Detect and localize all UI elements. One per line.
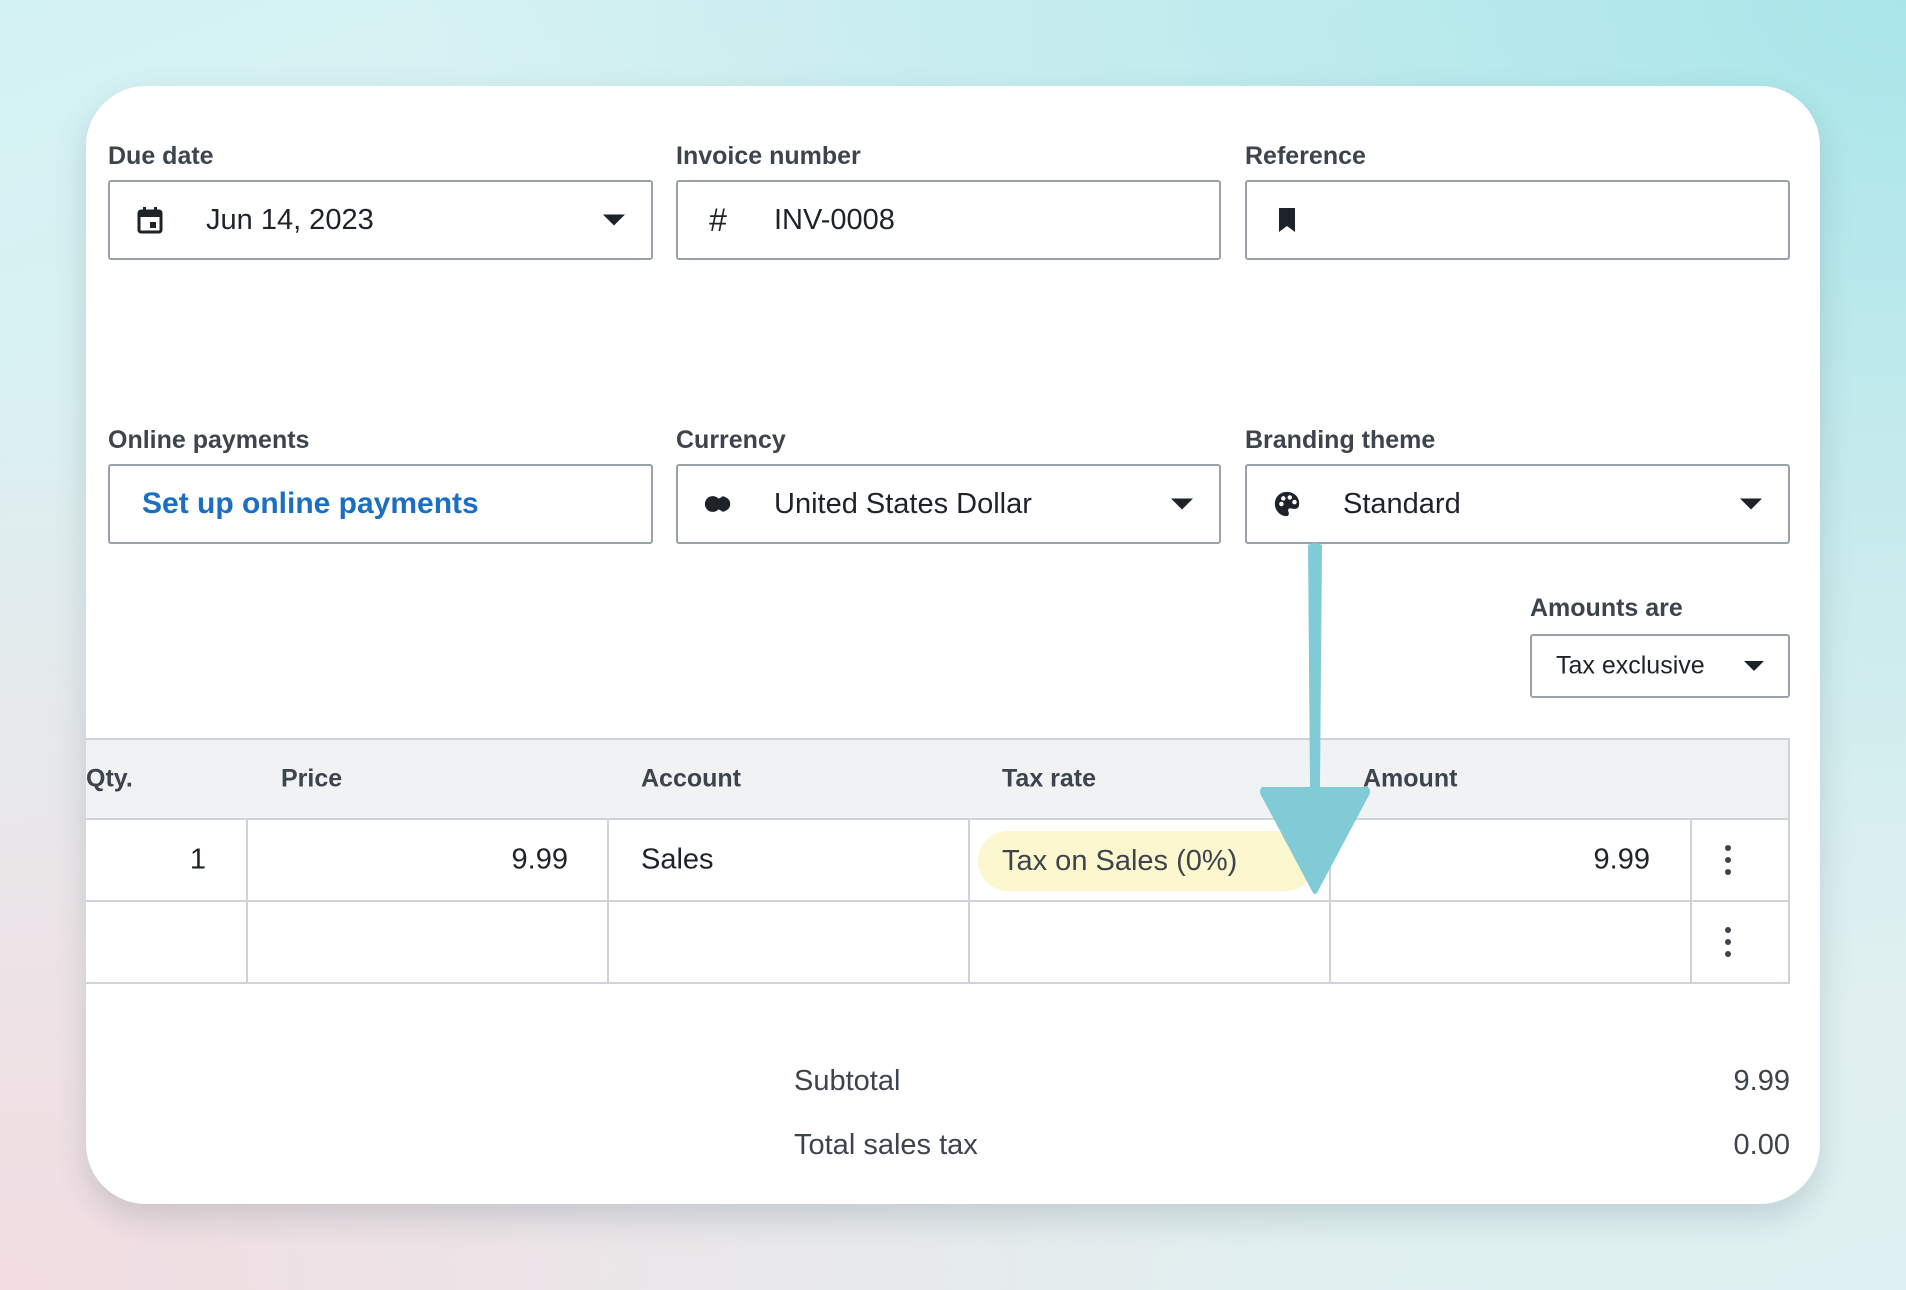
header-account: Account bbox=[641, 764, 741, 793]
header-qty: Qty. bbox=[86, 764, 133, 793]
subtotal-value: 9.99 bbox=[1733, 1065, 1790, 1097]
amounts-are-label: Amounts are bbox=[1530, 594, 1683, 622]
reference-label: Reference bbox=[1245, 142, 1366, 170]
currency-value: United States Dollar bbox=[774, 487, 1032, 520]
table-row bbox=[86, 902, 1790, 984]
due-date-value: Jun 14, 2023 bbox=[206, 203, 374, 236]
due-date-label: Due date bbox=[108, 142, 214, 170]
online-payments-label: Online payments bbox=[108, 426, 310, 454]
chevron-down-icon[interactable] bbox=[1744, 661, 1764, 671]
invoice-number-value: INV-0008 bbox=[774, 203, 895, 236]
invoice-number-field[interactable]: # INV-0008 bbox=[676, 180, 1221, 260]
invoice-card: Due date Jun 14, 2023 Invoice number # I… bbox=[86, 86, 1820, 1204]
total-sales-tax-value: 0.00 bbox=[1733, 1129, 1790, 1161]
amounts-are-value: Tax exclusive bbox=[1556, 651, 1705, 680]
header-price: Price bbox=[281, 764, 343, 793]
row-menu-icon[interactable] bbox=[1720, 845, 1736, 875]
branding-theme-label: Branding theme bbox=[1245, 426, 1436, 454]
online-payments-field[interactable]: Set up online payments bbox=[108, 464, 653, 544]
annotation-arrow-icon bbox=[1260, 543, 1370, 894]
chevron-down-icon[interactable] bbox=[1740, 498, 1762, 510]
palette-icon bbox=[1273, 490, 1301, 518]
setup-online-payments-link[interactable]: Set up online payments bbox=[142, 487, 479, 521]
branding-theme-select[interactable]: Standard bbox=[1245, 464, 1790, 544]
subtotal-label: Subtotal bbox=[794, 1065, 901, 1097]
header-amount: Amount bbox=[1363, 764, 1458, 793]
chevron-down-icon[interactable] bbox=[603, 214, 625, 226]
qty-cell[interactable]: 1 bbox=[190, 844, 206, 877]
amounts-are-select[interactable]: Tax exclusive bbox=[1530, 634, 1790, 698]
price-cell[interactable]: 9.99 bbox=[512, 844, 568, 877]
table-row: 1 9.99 Sales Tax on Sales (0%) 9.99 bbox=[86, 820, 1790, 902]
tax-rate-value: Tax on Sales (0%) bbox=[1002, 844, 1238, 877]
amount-cell: 9.99 bbox=[1593, 843, 1650, 876]
hash-icon: # bbox=[709, 201, 727, 238]
chevron-down-icon[interactable] bbox=[1171, 498, 1193, 510]
account-cell[interactable]: Sales bbox=[641, 844, 714, 877]
currency-select[interactable]: United States Dollar bbox=[676, 464, 1221, 544]
bookmark-icon bbox=[1273, 206, 1301, 234]
due-date-field[interactable]: Jun 14, 2023 bbox=[108, 180, 653, 260]
currency-icon bbox=[704, 490, 732, 518]
invoice-number-label: Invoice number bbox=[676, 142, 861, 170]
total-sales-tax-label: Total sales tax bbox=[794, 1129, 978, 1161]
table-header: Qty. Price Account Tax rate Amount bbox=[86, 738, 1790, 820]
branding-theme-value: Standard bbox=[1343, 487, 1461, 520]
reference-field[interactable] bbox=[1245, 180, 1790, 260]
row-menu-icon[interactable] bbox=[1720, 927, 1736, 957]
currency-label: Currency bbox=[676, 426, 786, 454]
header-tax-rate: Tax rate bbox=[1002, 764, 1097, 793]
calendar-icon bbox=[136, 206, 164, 234]
